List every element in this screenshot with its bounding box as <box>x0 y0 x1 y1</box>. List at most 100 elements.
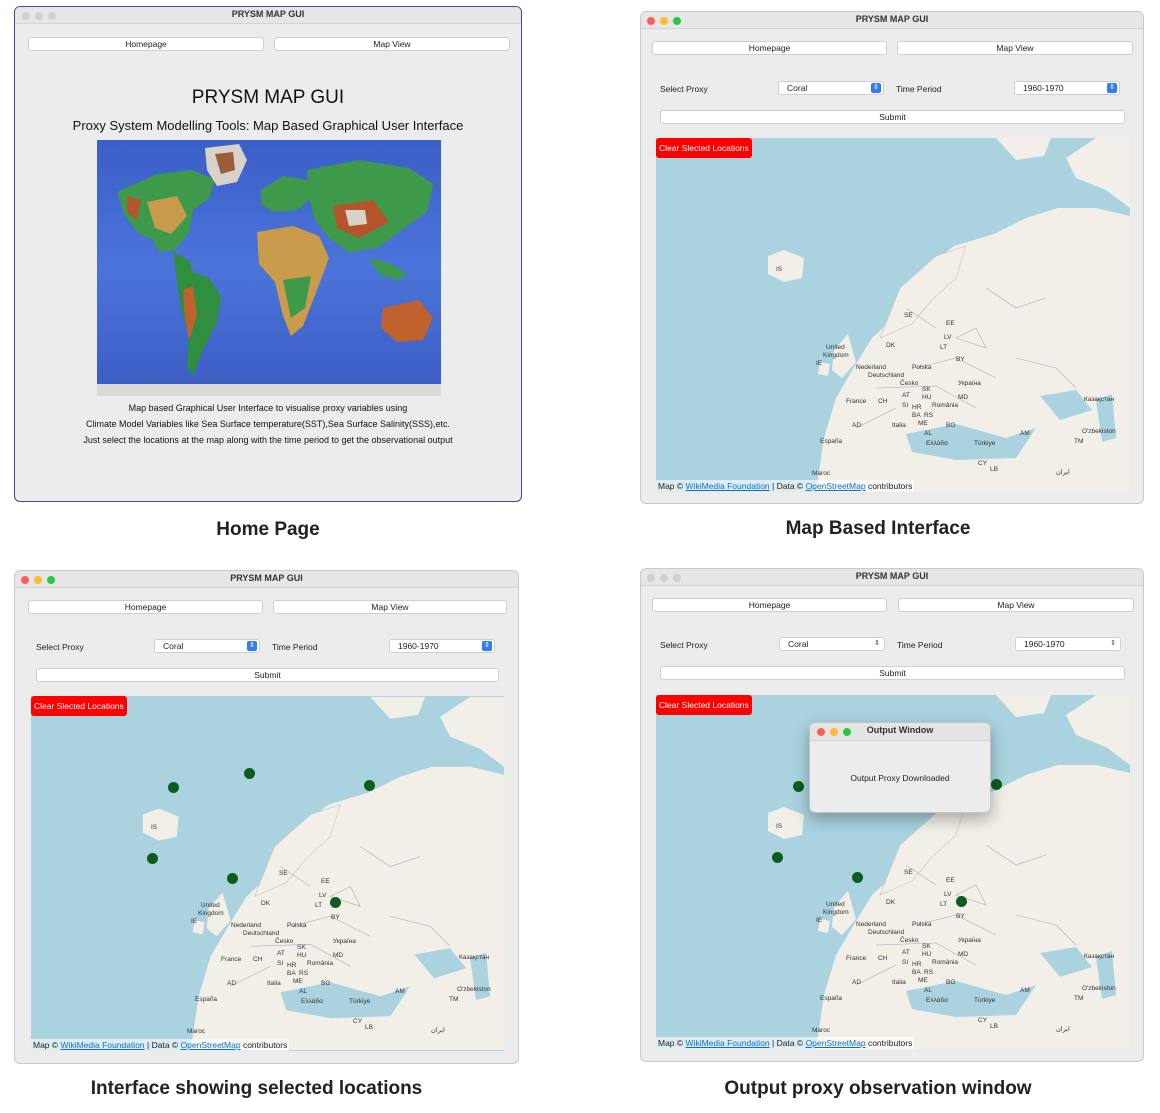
map-label-maroc: Maroc <box>187 1028 206 1035</box>
clear-selected-locations-button[interactable]: Clear Slected Locations <box>31 696 127 716</box>
map-label-hu: HU <box>922 394 932 401</box>
map-label-ba: BA <box>287 970 296 977</box>
selected-location-marker[interactable] <box>991 779 1002 790</box>
title-bar: PRYSM MAP GUI <box>641 569 1143 586</box>
map-label-espana: España <box>820 995 843 1002</box>
map-label-md: MD <box>958 951 969 958</box>
map-view[interactable]: IS SE EE LV DK LT BY United Kingdom IE N… <box>31 696 504 1051</box>
proxy-select-value: Coral <box>788 639 809 649</box>
caption-map-interface: Map Based Interface <box>785 518 971 539</box>
selected-location-marker[interactable] <box>244 768 255 779</box>
submit-button[interactable]: Submit <box>660 110 1125 124</box>
window-title: PRYSM MAP GUI <box>855 14 929 24</box>
map-label-ellada: Ελλάδα <box>926 997 948 1004</box>
map-label-uzbekistan: O'zbekiston <box>1082 428 1116 435</box>
selected-location-marker[interactable] <box>852 872 863 883</box>
map-label-polska: Polska <box>912 364 932 371</box>
map-label-lv: LV <box>944 891 952 898</box>
output-dialog-title-bar: Output Window <box>810 723 990 741</box>
wikimedia-link[interactable]: WikiMedia Foundation <box>686 481 770 491</box>
up-down-chevron-icon: ⇕ <box>1110 640 1116 647</box>
map-label-france: France <box>221 956 242 963</box>
submit-button[interactable]: Submit <box>660 666 1125 680</box>
map-view-button[interactable]: Map View <box>897 41 1133 55</box>
map-label-am: AM <box>1020 430 1030 437</box>
openstreetmap-link[interactable]: OpenStreetMap <box>806 1038 866 1048</box>
homepage-button[interactable]: Homepage <box>28 600 263 614</box>
home-description-line-1: Map based Graphical User Interface to vi… <box>128 403 408 413</box>
map-label-united: United <box>826 901 845 908</box>
homepage-button[interactable]: Homepage <box>652 598 887 612</box>
time-period-select-value: 1960-1970 <box>1023 83 1064 93</box>
map-label-ch: CH <box>878 955 888 962</box>
map-label-sk: SK <box>922 386 931 393</box>
map-label-ee: EE <box>946 320 955 327</box>
clear-selected-locations-button[interactable]: Clear Slected Locations <box>656 138 752 158</box>
map-label-hu: HU <box>922 951 932 958</box>
map-label-me: ME <box>918 977 928 984</box>
wikimedia-link[interactable]: WikiMedia Foundation <box>61 1040 145 1050</box>
map-label-at: AT <box>902 392 910 399</box>
window-title: PRYSM MAP GUI <box>231 9 305 19</box>
map-label-at: AT <box>902 949 910 956</box>
openstreetmap-link[interactable]: OpenStreetMap <box>806 481 866 491</box>
map-label-deutschland: Deutschland <box>868 372 905 379</box>
attribution-suffix: contributors <box>867 1038 913 1048</box>
homepage-button[interactable]: Homepage <box>652 41 887 55</box>
map-label-turkiye: Türkiye <box>349 998 371 1005</box>
map-label-romania: România <box>932 402 959 409</box>
map-label-lv: LV <box>319 892 327 899</box>
time-period-select-value: 1960-1970 <box>398 641 439 651</box>
time-period-label: Time Period <box>897 640 943 650</box>
proxy-select[interactable]: Coral ⇕ <box>154 639 260 653</box>
map-view-button[interactable]: Map View <box>898 598 1134 612</box>
title-bar: PRYSM MAP GUI <box>15 571 518 588</box>
selected-location-marker[interactable] <box>330 897 341 908</box>
map-label-kingdom: Kingdom <box>823 352 849 359</box>
map-label-md: MD <box>958 394 969 401</box>
map-label-se: SE <box>279 870 288 877</box>
map-view[interactable]: IS SE EE LV DK LT BY United Kingdom IE N… <box>656 138 1130 492</box>
map-attribution: Map © WikiMedia Foundation | Data © Open… <box>656 1037 915 1049</box>
map-label-maroc: Maroc <box>812 470 831 477</box>
select-proxy-label: Select Proxy <box>660 640 708 650</box>
submit-button[interactable]: Submit <box>36 668 499 682</box>
selected-location-marker[interactable] <box>364 780 375 791</box>
proxy-select[interactable]: Coral ⇕ <box>778 81 884 95</box>
map-label-ad: AD <box>852 422 862 429</box>
selected-location-marker[interactable] <box>227 873 238 884</box>
proxy-select[interactable]: Coral ⇕ <box>779 637 885 651</box>
map-label-se: SE <box>904 312 913 319</box>
map-label-rs: RS <box>299 970 309 977</box>
map-label-romania: România <box>307 960 334 967</box>
openstreetmap-link[interactable]: OpenStreetMap <box>181 1040 241 1050</box>
time-period-select[interactable]: 1960-1970 ⇕ <box>1014 81 1120 95</box>
map-label-nederland: Nederland <box>231 922 261 929</box>
map-label-ba: BA <box>912 969 921 976</box>
selected-location-marker[interactable] <box>147 853 158 864</box>
map-label-tm: TM <box>1074 995 1084 1002</box>
selected-location-marker[interactable] <box>772 852 783 863</box>
map-label-lb: LB <box>990 1023 998 1030</box>
clear-selected-locations-button[interactable]: Clear Slected Locations <box>656 695 752 715</box>
map-label-md: MD <box>333 952 344 959</box>
map-label-italia: Italia <box>892 422 906 429</box>
map-label-lt: LT <box>315 902 323 909</box>
output-dialog-title: Output Window <box>866 725 934 735</box>
wikimedia-link[interactable]: WikiMedia Foundation <box>686 1038 770 1048</box>
map-view-button[interactable]: Map View <box>273 600 507 614</box>
map-view-button[interactable]: Map View <box>274 37 510 51</box>
selected-location-marker[interactable] <box>956 896 967 907</box>
selected-location-marker[interactable] <box>168 782 179 793</box>
map-label-nederland: Nederland <box>856 921 886 928</box>
map-label-cy: CY <box>353 1018 363 1025</box>
map-label-al: AL <box>924 987 932 994</box>
homepage-button[interactable]: Homepage <box>28 37 264 51</box>
map-label-polska: Polska <box>287 922 307 929</box>
map-label-cesko: Česko <box>275 938 294 945</box>
selected-location-marker[interactable] <box>793 781 804 792</box>
time-period-select[interactable]: 1960-1970 ⇕ <box>1015 637 1121 651</box>
map-label-si: SI <box>277 960 284 967</box>
map-label-sk: SK <box>922 943 931 950</box>
time-period-select[interactable]: 1960-1970 ⇕ <box>389 639 495 653</box>
